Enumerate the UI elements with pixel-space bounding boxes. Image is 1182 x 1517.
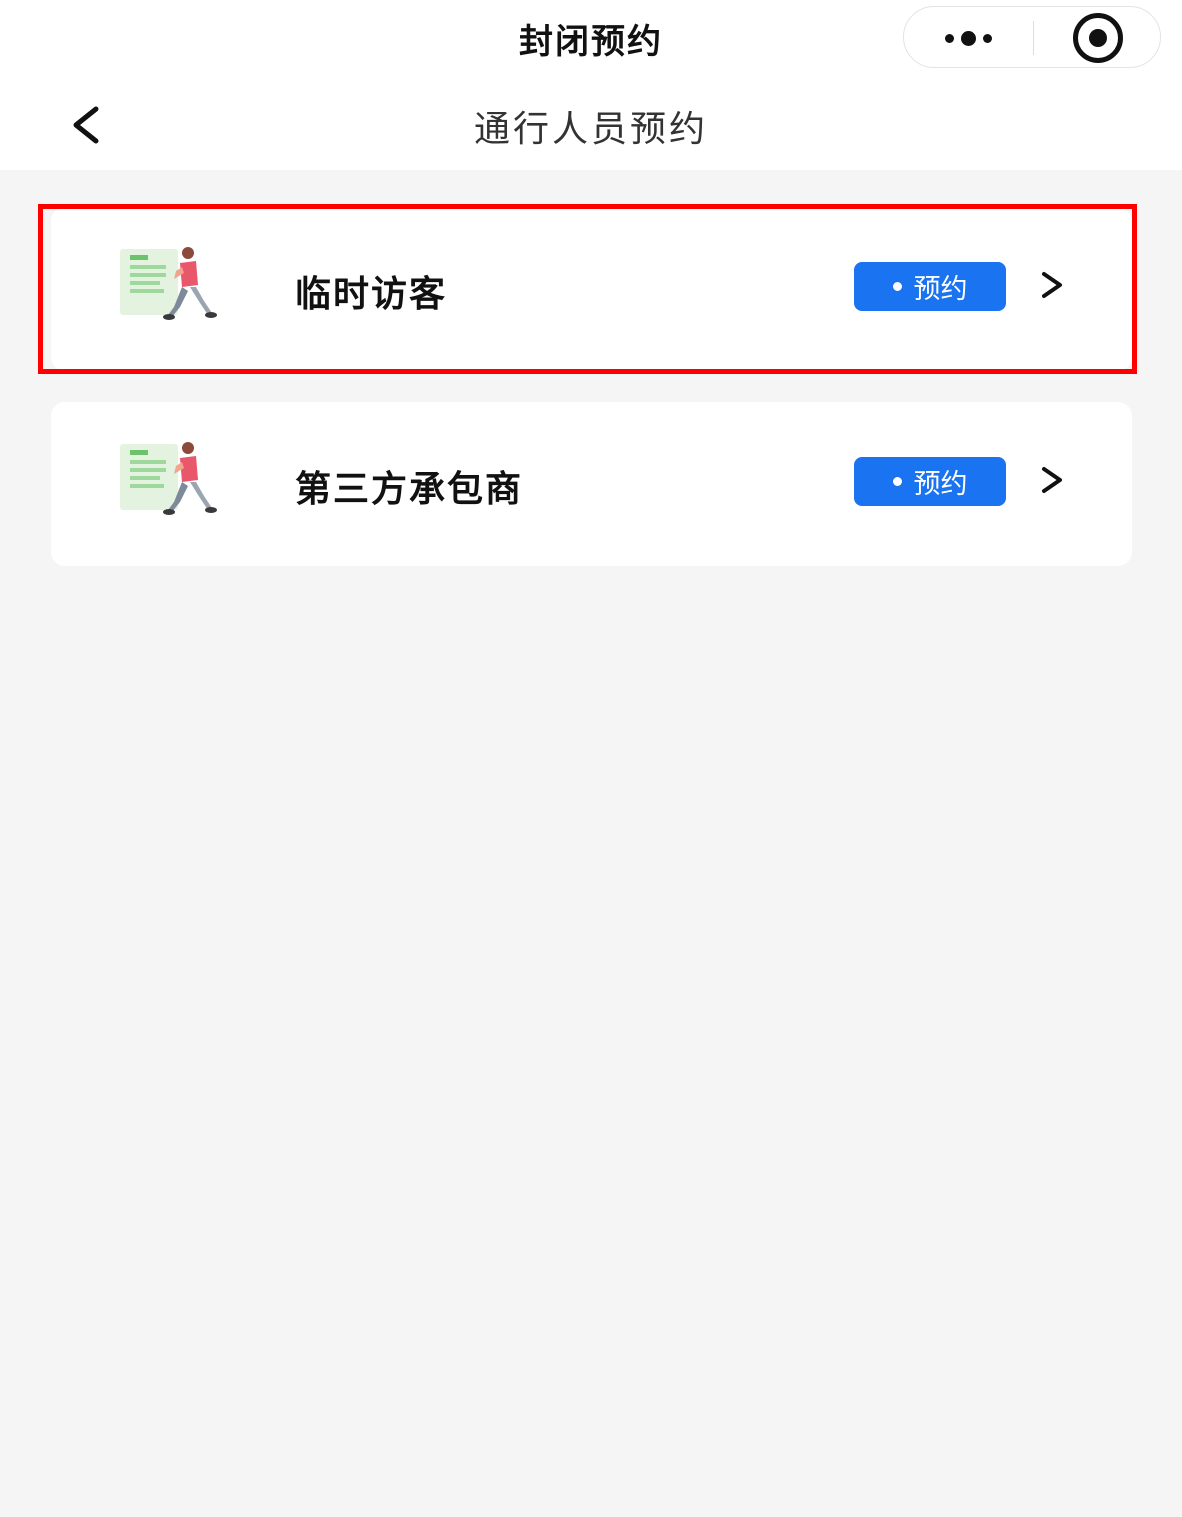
top-bar: 封闭预约 xyxy=(0,0,1182,78)
list-item-third-party-contractor[interactable]: 第三方承包商 预约 xyxy=(51,402,1132,566)
more-dots-icon[interactable] xyxy=(904,7,1033,69)
card-label: 临时访客 xyxy=(295,274,448,315)
dot-icon xyxy=(892,477,902,486)
chevron-right-icon[interactable] xyxy=(1039,464,1065,496)
page-navbar: 通行人员预约 xyxy=(0,78,1182,170)
card-label: 第三方承包商 xyxy=(295,469,524,510)
reserve-button-label: 预约 xyxy=(913,469,968,500)
chevron-right-icon[interactable] xyxy=(1039,269,1065,301)
dot-icon xyxy=(892,282,902,291)
page-title: 通行人员预约 xyxy=(473,109,708,150)
reserve-button-label: 预约 xyxy=(913,274,968,305)
reserve-button[interactable]: 预约 xyxy=(854,457,1006,506)
target-close-icon[interactable] xyxy=(1034,7,1162,69)
mini-program-capsule xyxy=(903,6,1161,68)
visitor-walking-icon xyxy=(120,442,217,515)
visitor-walking-icon xyxy=(120,247,217,320)
reserve-button[interactable]: 预约 xyxy=(854,262,1006,311)
list-item-temporary-visitor[interactable]: 临时访客 预约 xyxy=(51,207,1132,371)
